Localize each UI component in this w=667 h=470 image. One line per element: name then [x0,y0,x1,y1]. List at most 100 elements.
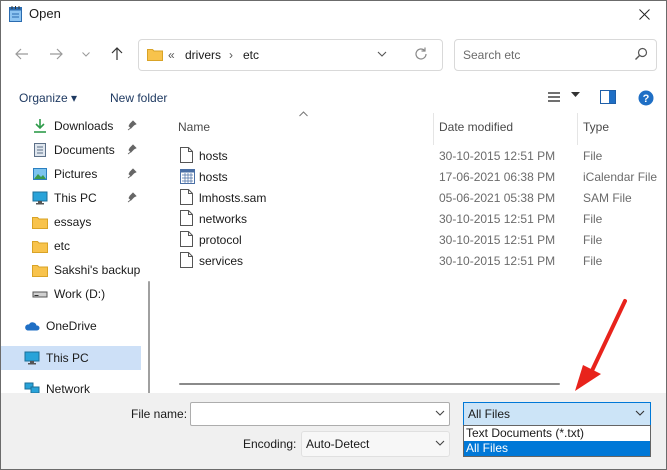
breadcrumb-etc[interactable]: etc [243,48,259,62]
file-date: 30-10-2015 12:51 PM [439,254,556,268]
file-date: 30-10-2015 12:51 PM [439,233,556,247]
chevron-down-icon[interactable] [377,48,387,60]
nav-item-label: Pictures [54,167,98,181]
notepad-icon [9,6,22,22]
chevron-down-icon [82,51,90,57]
help-icon[interactable]: ? [638,90,654,106]
folder-icon [32,265,48,277]
file-row[interactable]: lmhosts.sam 05-06-2021 05:38 PM SAM File [161,187,666,208]
file-row[interactable]: hosts 17-06-2021 06:38 PM iCalendar File [161,166,666,187]
nav-item-this-pc-quick[interactable]: This PC [1,186,141,210]
column-header-date[interactable]: Date modified [439,120,513,134]
encoding-select[interactable]: Auto-Detect [301,431,450,457]
nav-item-etc[interactable]: etc [1,234,141,258]
column-header-type[interactable]: Type [583,120,609,134]
file-date: 17-06-2021 06:38 PM [439,170,556,184]
nav-scrollbar[interactable] [148,281,150,393]
nav-item-sakshis-backup[interactable]: Sakshi's backup [1,258,141,282]
nav-item-label: Sakshi's backup [54,263,141,277]
column-divider[interactable] [577,113,578,145]
file-name: protocol [199,233,242,247]
svg-text:?: ? [643,93,650,105]
search-box[interactable]: Search etc [454,39,657,71]
pin-icon[interactable] [127,168,137,179]
address-bar[interactable]: « drivers › etc [138,39,443,71]
close-button[interactable] [622,1,666,27]
file-row[interactable]: hosts 30-10-2015 12:51 PM File [161,145,666,166]
file-row[interactable]: networks 30-10-2015 12:51 PM File [161,208,666,229]
chevron-down-icon [635,410,645,416]
nav-item-work-drive[interactable]: Work (D:) [1,282,141,306]
search-placeholder: Search etc [463,48,521,62]
documents-icon [34,143,46,157]
file-type-option-txt[interactable]: Text Documents (*.txt) [464,426,650,441]
file-row[interactable]: services 30-10-2015 12:51 PM File [161,250,666,271]
breadcrumb-drivers[interactable]: drivers [185,48,221,62]
nav-item-this-pc[interactable]: This PC [1,346,141,370]
navigation-pane: Downloads Documents Pictures This PC ess… [1,111,153,393]
nav-item-label: Work (D:) [54,287,106,301]
back-button[interactable] [10,41,34,67]
new-folder-button[interactable]: New folder [110,91,167,105]
arrow-up-icon [111,47,123,60]
arrow-right-icon [50,48,63,60]
pin-icon[interactable] [127,120,137,131]
file-name: networks [199,212,248,226]
preview-pane-icon[interactable] [600,90,616,104]
file-name-input[interactable] [190,402,450,426]
network-icon [24,382,40,393]
up-button[interactable] [105,41,129,67]
column-divider[interactable] [433,113,434,145]
file-icon [180,252,193,268]
file-type-selected: All Files [468,407,511,421]
file-name: hosts [199,149,228,163]
file-row[interactable]: protocol 30-10-2015 12:51 PM File [161,229,666,250]
encoding-value: Auto-Detect [306,437,370,451]
refresh-icon[interactable] [413,46,429,62]
file-name: lmhosts.sam [199,191,267,205]
caret-down-icon[interactable] [571,92,580,98]
file-icon [180,147,193,163]
open-dialog: Open « drivers › etc Search etc Organize… [0,0,667,470]
nav-item-network[interactable]: Network [1,377,141,393]
file-type-select[interactable]: All Files [463,402,651,426]
chevron-down-icon [435,440,445,446]
details-view-icon[interactable] [547,91,561,103]
nav-item-pictures[interactable]: Pictures [1,162,141,186]
pin-icon[interactable] [127,144,137,155]
pin-icon[interactable] [127,192,137,203]
breadcrumb-separator: › [229,48,233,62]
caret-down-icon: ▾ [71,91,78,105]
nav-item-label: Network [46,382,91,393]
folder-icon [147,49,163,61]
nav-item-label: etc [54,239,71,253]
computer-icon [24,351,40,365]
nav-item-documents[interactable]: Documents [1,138,141,162]
chevron-down-icon[interactable] [435,408,445,418]
nav-item-essays[interactable]: essays [1,210,141,234]
close-icon [638,8,650,20]
organize-button[interactable]: Organize ▾ [19,91,77,105]
horizontal-scrollbar[interactable] [179,383,560,385]
encoding-label: Encoding: [243,437,297,451]
nav-item-downloads[interactable]: Downloads [1,114,141,138]
folder-icon [32,217,48,229]
file-name: services [199,254,244,268]
nav-item-onedrive[interactable]: OneDrive [1,314,141,338]
file-type: iCalendar File [583,170,658,184]
forward-button[interactable] [44,41,68,67]
file-icon [180,189,193,205]
nav-item-label: essays [54,215,92,229]
organize-label: Organize [19,91,68,105]
nav-item-label: Downloads [54,119,114,133]
file-type: File [583,233,603,247]
breadcrumb-overflow[interactable]: « [168,48,175,62]
file-type-option-all[interactable]: All Files [464,441,650,456]
column-header-name[interactable]: Name [178,120,210,134]
recent-locations-button[interactable] [76,41,96,67]
nav-item-label: OneDrive [46,319,97,333]
window-title: Open [29,6,61,21]
nav-item-label: This PC [54,191,97,205]
folder-icon [32,241,48,253]
file-icon [180,210,193,226]
